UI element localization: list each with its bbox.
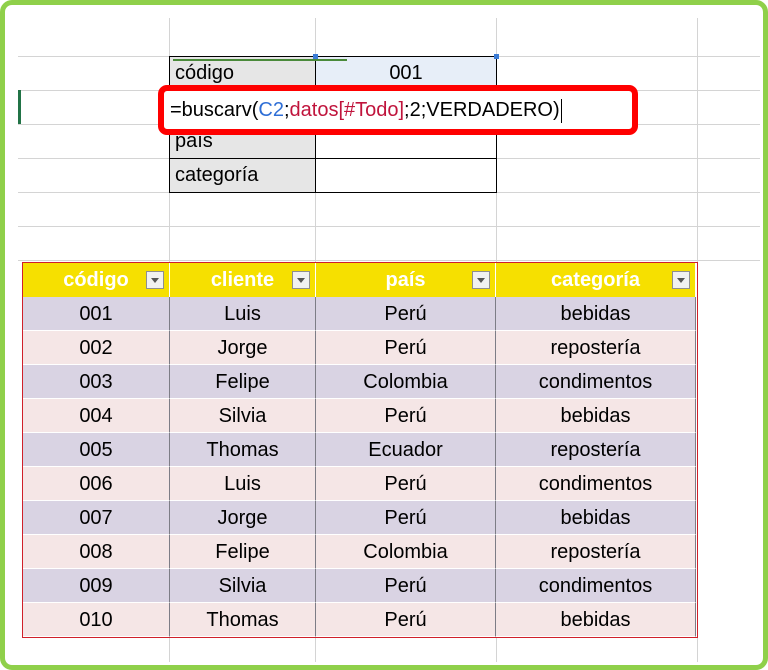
table-cell[interactable]: Perú [316, 399, 496, 433]
formula-prefix: =buscarv( [170, 99, 259, 121]
table-cell[interactable]: condimentos [496, 467, 696, 501]
screenshot-frame: código 001 nombre país categoría códigoc… [0, 0, 768, 670]
gridline [18, 226, 760, 227]
table-cell[interactable]: Jorge [170, 501, 316, 535]
table-cell[interactable]: 008 [23, 535, 170, 569]
table-cell[interactable]: 010 [23, 603, 170, 637]
table-cell[interactable]: bebidas [496, 603, 696, 637]
active-row-indicator [18, 90, 21, 124]
table-cell[interactable]: Luis [170, 297, 316, 331]
formula-ref-c2: C2 [258, 99, 284, 121]
table-cell[interactable]: Perú [316, 603, 496, 637]
table-cell[interactable]: repostería [496, 535, 696, 569]
table-header-label: cliente [210, 269, 275, 291]
table-cell[interactable]: Ecuador [316, 433, 496, 467]
table-cell[interactable]: Perú [316, 569, 496, 603]
formula-highlight-box[interactable]: =buscarv(C2;datos[#Todo];2;VERDADERO) [158, 85, 638, 135]
datos-table: código cliente país categoría 001 Luis Perú beb… [22, 262, 698, 638]
table-cell[interactable]: bebidas [496, 297, 696, 331]
table-cell[interactable]: Perú [316, 467, 496, 501]
formula-ref-datos: datos[#Todo] [289, 99, 405, 121]
table-cell[interactable]: 005 [23, 433, 170, 467]
selection-handle [494, 54, 499, 59]
table-cell[interactable]: 002 [23, 331, 170, 365]
table-cell[interactable]: bebidas [496, 399, 696, 433]
filter-dropdown-icon[interactable] [672, 271, 690, 289]
table-cell[interactable]: Silvia [170, 399, 316, 433]
table-cell[interactable]: 006 [23, 467, 170, 501]
table-cell[interactable]: Jorge [170, 331, 316, 365]
table-cell[interactable]: Felipe [170, 535, 316, 569]
filter-dropdown-icon[interactable] [146, 271, 164, 289]
table-header-1[interactable]: cliente [170, 263, 316, 297]
table-cell[interactable]: Colombia [316, 365, 496, 399]
table-cell[interactable]: Thomas [170, 433, 316, 467]
table-cell[interactable]: condimentos [496, 365, 696, 399]
table-header-label: país [385, 269, 426, 291]
table-cell[interactable]: 004 [23, 399, 170, 433]
lookup-categoria-cell[interactable] [315, 158, 497, 193]
text-cursor [560, 98, 562, 123]
table-cell[interactable]: repostería [496, 331, 696, 365]
formula-args: ;2;VERDADERO) [404, 99, 560, 121]
table-header-label: categoría [551, 269, 640, 291]
table-header-0[interactable]: código [23, 263, 170, 297]
gridline [18, 260, 760, 261]
table-cell[interactable]: repostería [496, 433, 696, 467]
table-header-3[interactable]: categoría [496, 263, 696, 297]
table-cell[interactable]: condimentos [496, 569, 696, 603]
table-cell[interactable]: 001 [23, 297, 170, 331]
table-header-2[interactable]: país [316, 263, 496, 297]
formula-underline [173, 59, 347, 61]
table-cell[interactable]: Perú [316, 501, 496, 535]
table-cell[interactable]: Perú [316, 331, 496, 365]
table-cell[interactable]: 003 [23, 365, 170, 399]
table-cell[interactable]: Felipe [170, 365, 316, 399]
formula-text[interactable]: =buscarv(C2;datos[#Todo];2;VERDADERO) [170, 96, 562, 124]
table-cell[interactable]: Perú [316, 297, 496, 331]
table-cell[interactable]: bebidas [496, 501, 696, 535]
table-cell[interactable]: 007 [23, 501, 170, 535]
table-cell[interactable]: Thomas [170, 603, 316, 637]
table-cell[interactable]: 009 [23, 569, 170, 603]
table-cell[interactable]: Luis [170, 467, 316, 501]
spreadsheet-grid[interactable]: código 001 nombre país categoría códigoc… [18, 18, 760, 662]
table-cell[interactable]: Silvia [170, 569, 316, 603]
filter-dropdown-icon[interactable] [472, 271, 490, 289]
table-header-label: código [63, 269, 129, 291]
table-cell[interactable]: Colombia [316, 535, 496, 569]
lookup-label-categoria: categoría [169, 158, 316, 193]
filter-dropdown-icon[interactable] [292, 271, 310, 289]
